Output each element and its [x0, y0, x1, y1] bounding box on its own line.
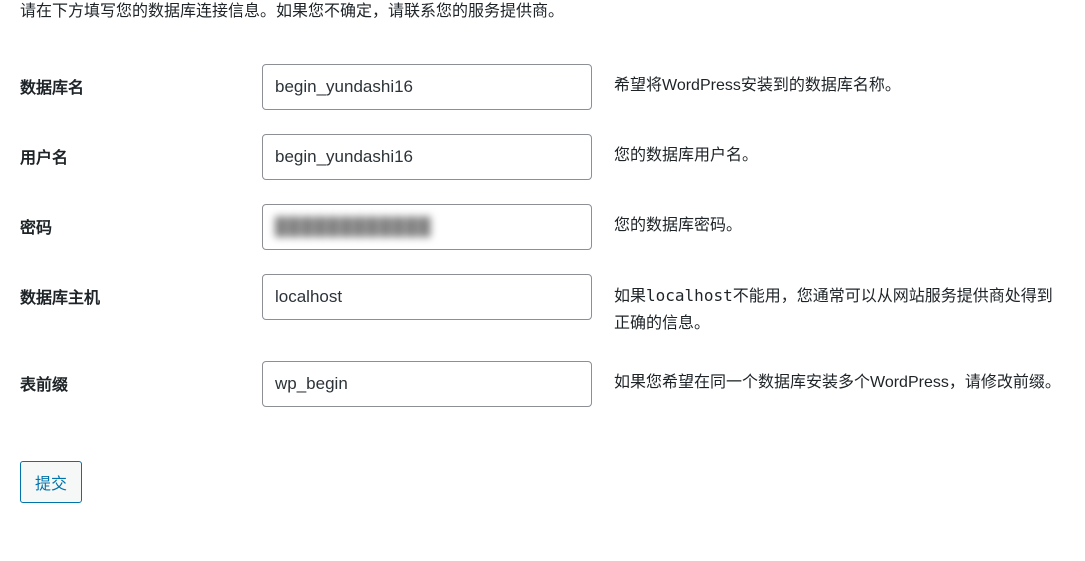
db-config-form: 数据库名 希望将WordPress安装到的数据库名称。 用户名 您的数据库用户名…: [20, 52, 1065, 419]
row-password: 密码 ████████████ 您的数据库密码。: [20, 192, 1065, 262]
row-dbname: 数据库名 希望将WordPress安装到的数据库名称。: [20, 52, 1065, 122]
password-blurred-content: ████████████: [275, 217, 432, 237]
input-prefix[interactable]: [262, 361, 592, 407]
label-prefix: 表前缀: [20, 377, 68, 394]
label-dbname: 数据库名: [20, 80, 84, 97]
row-dbhost: 数据库主机 如果localhost不能用，您通常可以从网站服务提供商处得到正确的…: [20, 262, 1065, 349]
row-prefix: 表前缀 如果您希望在同一个数据库安装多个WordPress，请修改前缀。: [20, 349, 1065, 419]
input-username[interactable]: [262, 134, 592, 180]
desc-dbhost: 如果localhost不能用，您通常可以从网站服务提供商处得到正确的信息。: [614, 288, 1053, 332]
label-password: 密码: [20, 220, 52, 237]
desc-dbname: 希望将WordPress安装到的数据库名称。: [614, 77, 901, 94]
desc-prefix: 如果您希望在同一个数据库安装多个WordPress，请修改前缀。: [614, 374, 1061, 391]
row-username: 用户名 您的数据库用户名。: [20, 122, 1065, 192]
code-localhost: localhost: [646, 286, 733, 305]
desc-password: 您的数据库密码。: [614, 217, 742, 234]
input-dbname[interactable]: [262, 64, 592, 110]
intro-text: 请在下方填写您的数据库连接信息。如果您不确定，请联系您的服务提供商。: [20, 0, 1065, 24]
input-dbhost[interactable]: [262, 274, 592, 320]
label-username: 用户名: [20, 150, 68, 167]
desc-username: 您的数据库用户名。: [614, 147, 758, 164]
submit-button[interactable]: 提交: [20, 461, 82, 503]
label-dbhost: 数据库主机: [20, 290, 100, 307]
input-password[interactable]: ████████████: [262, 204, 592, 250]
